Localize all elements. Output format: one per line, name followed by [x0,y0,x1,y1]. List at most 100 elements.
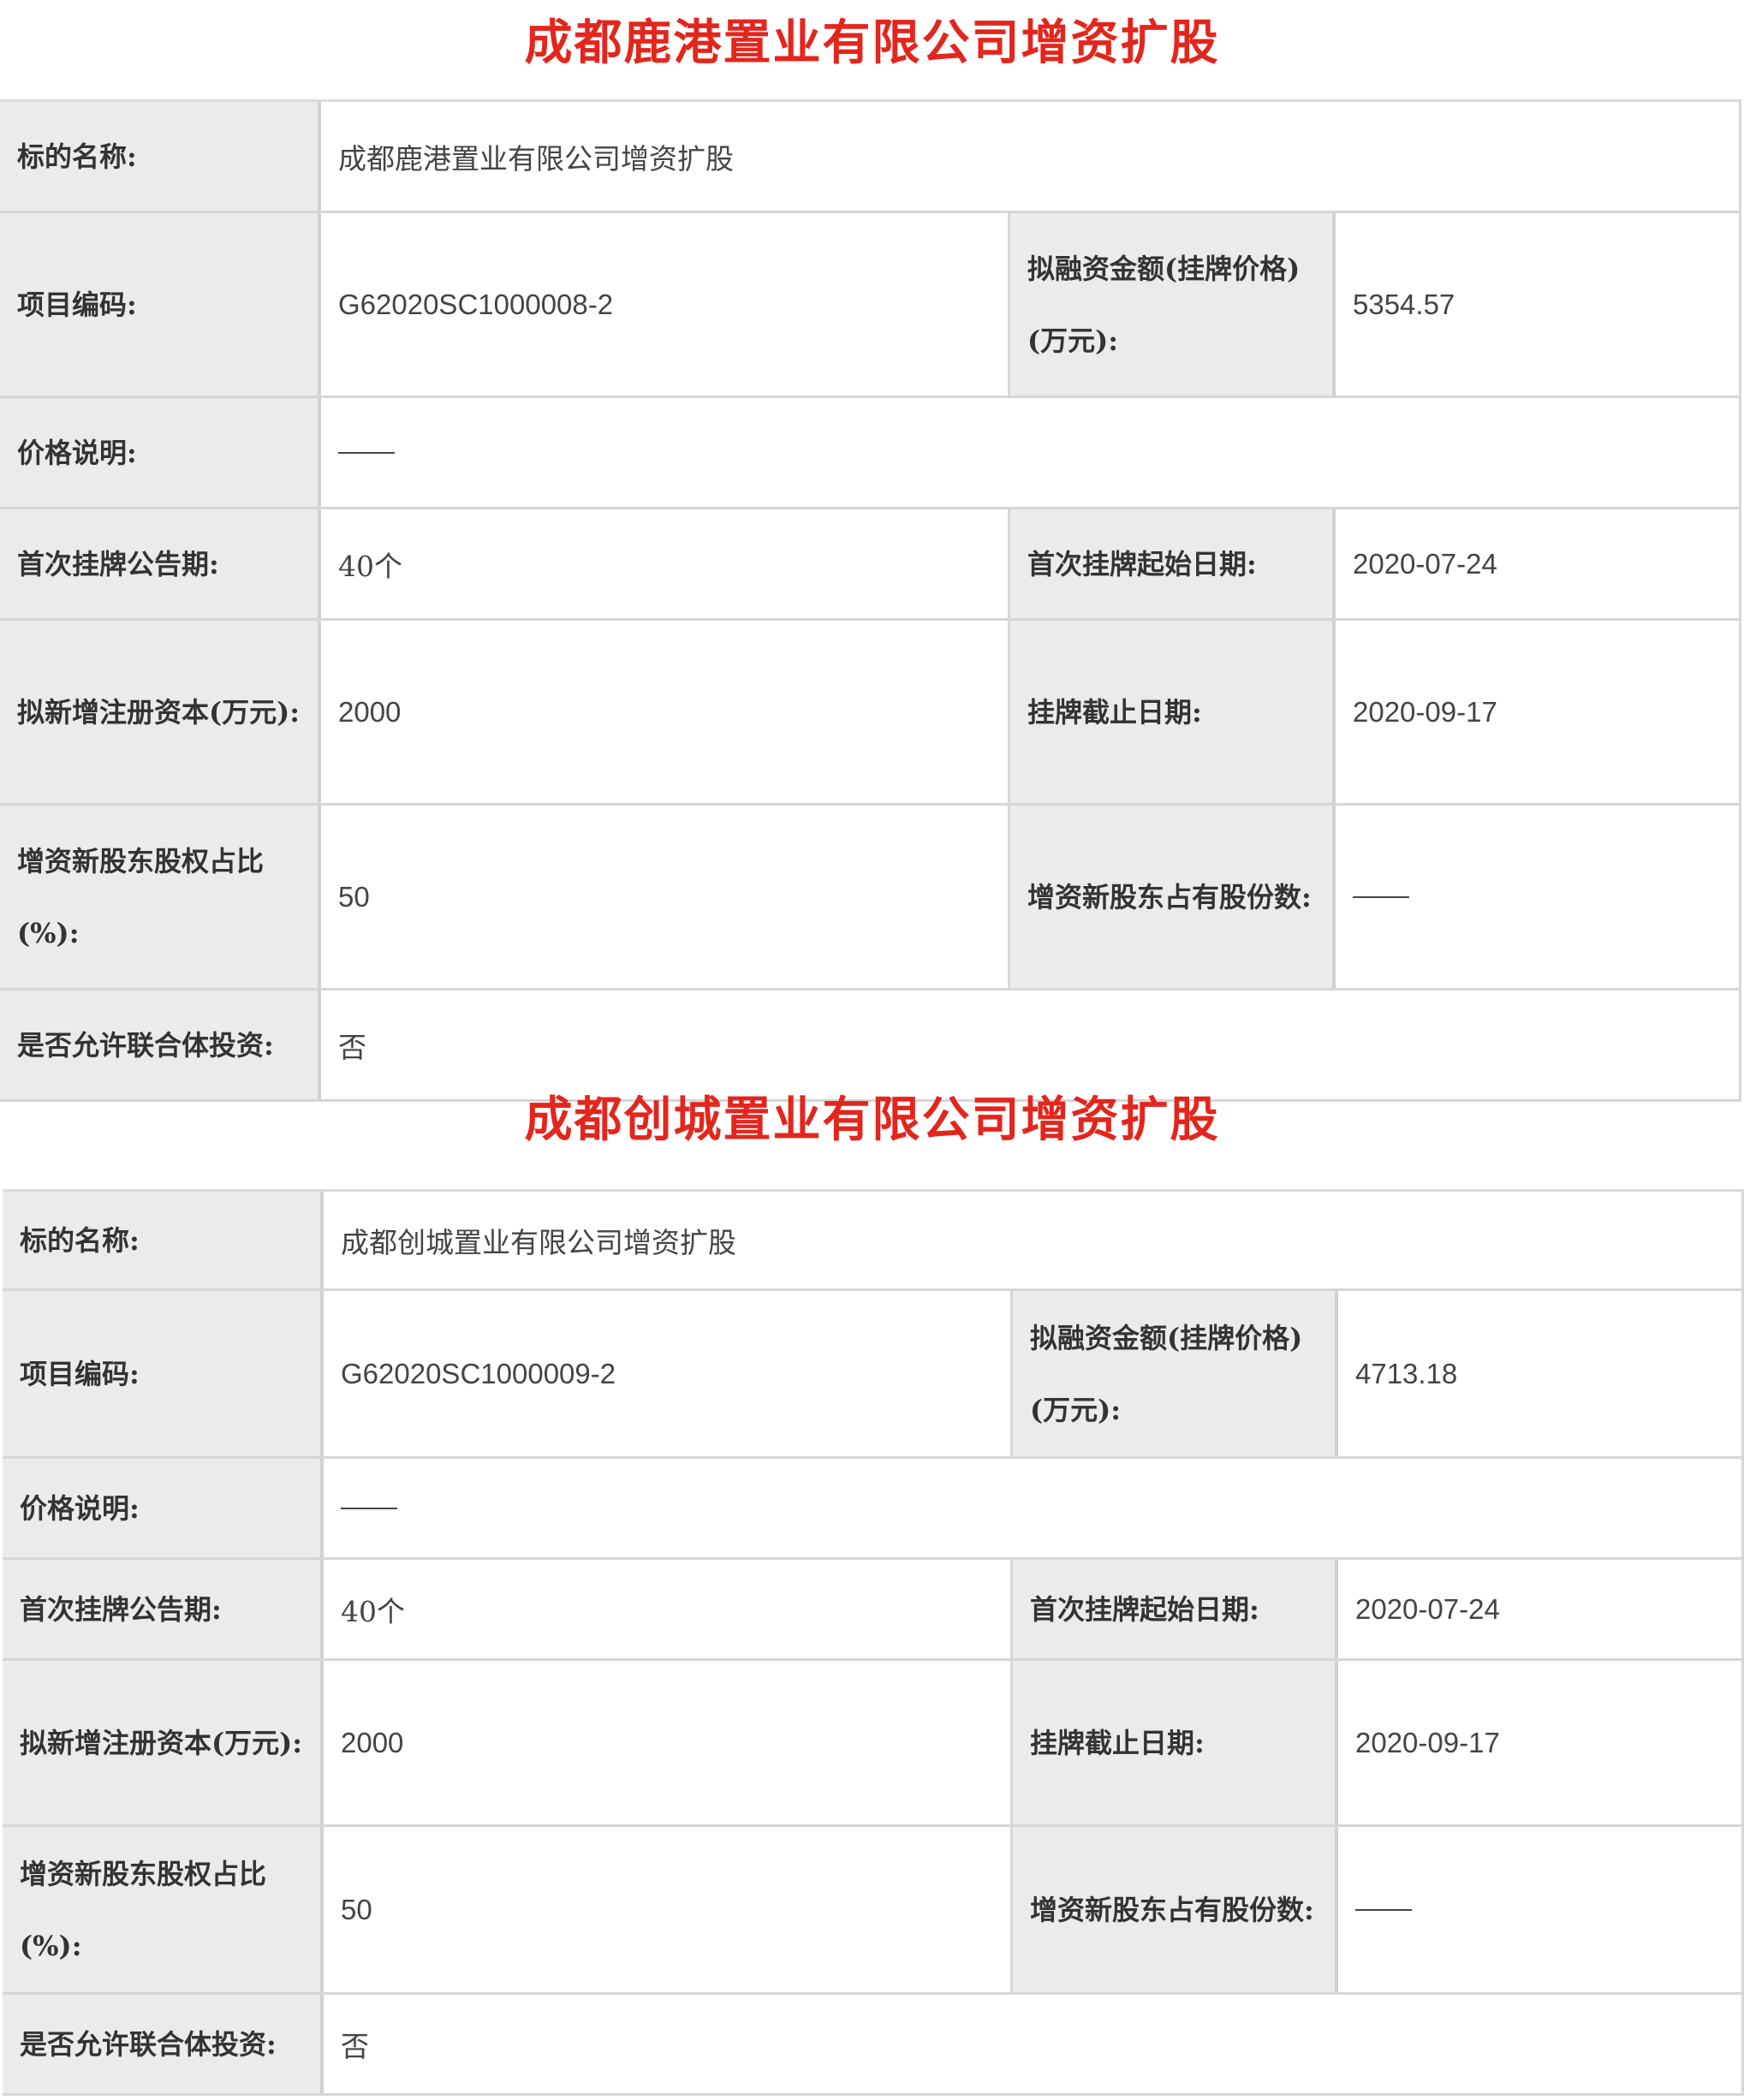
field-value: 2020-09-17 [1355,1726,1500,1758]
field-value: 否 [338,1030,366,1064]
field-value: 成都创城置业有限公司增资扩股 [341,1225,736,1259]
label-deadline: 挂牌截止日期: [1013,1661,1338,1824]
value-new-capital: 2000 [324,1661,1013,1824]
table-row: 标的名称: 成都鹿港置业有限公司增资扩股 [0,102,1741,213]
label-target-name: 标的名称: [0,102,321,211]
field-label: 首次挂牌起始日期: [1027,547,1257,580]
field-value: 否 [341,2029,369,2063]
label-project-code: 项目编码: [3,1291,324,1456]
table-row: 标的名称: 成都创城置业有限公司增资扩股 [3,1192,1744,1291]
details-table: 标的名称: 成都鹿港置业有限公司增资扩股项目编码: G62020SC1000008-… [0,99,1741,1102]
field-value: G62020SC1000009-2 [341,1357,616,1389]
value-price-note: —— [324,1459,1744,1557]
field-value: 40个 [341,1594,405,1628]
details-table: 标的名称: 成都创城置业有限公司增资扩股项目编码: G62020SC1000009-… [3,1189,1744,2096]
field-label: 标的名称: [17,140,137,173]
value-target-name: 成都鹿港置业有限公司增资扩股 [321,102,1741,211]
field-label: 增资新股东占有股份数: [1027,880,1312,913]
value-price-note: —— [321,398,1741,507]
empty-dash: —— [1355,1908,1412,1911]
value-target-name: 成都创城置业有限公司增资扩股 [324,1192,1744,1288]
value-first-period: 40个 [324,1560,1013,1658]
field-value: 2000 [341,1726,404,1758]
field-label: 增资新股东股权占比(%): [20,1857,267,1962]
field-label: 项目编码: [17,288,137,321]
empty-dash: —— [341,1507,397,1509]
field-label: 挂牌截止日期: [1027,695,1202,729]
value-equity-ratio: 50 [321,806,1010,988]
value-consortium: 否 [324,1995,1744,2093]
label-deadline: 挂牌截止日期: [1010,621,1336,803]
table-row: 拟新增注册资本(万元): 2000 挂牌截止日期: 2020-09-17 [0,621,1741,806]
field-value: G62020SC1000008-2 [338,288,614,320]
field-label: 增资新股东占有股份数: [1030,1893,1314,1926]
table-row: 是否允许联合体投资: 否 [0,991,1741,1102]
label-project-code: 项目编码: [0,213,321,396]
label-first-period: 首次挂牌公告期: [3,1560,324,1658]
value-financing-amount: 4713.18 [1338,1291,1744,1456]
section-title: 成都创城置业有限公司增资扩股 [524,1092,1220,1148]
label-first-start: 首次挂牌起始日期: [1010,509,1336,618]
value-shares: —— [1336,806,1741,988]
field-label: 是否允许联合体投资: [20,2027,277,2061]
label-price-note: 价格说明: [3,1459,324,1557]
field-value: 2000 [338,695,402,728]
table-row: 价格说明: —— [3,1459,1744,1560]
value-deadline: 2020-09-17 [1338,1661,1744,1824]
label-equity-ratio: 增资新股东股权占比(%): [3,1827,324,1992]
value-first-start: 2020-07-24 [1338,1560,1744,1658]
field-value: 成都鹿港置业有限公司增资扩股 [338,141,734,175]
table-row: 是否允许联合体投资: 否 [3,1995,1744,2096]
label-target-name: 标的名称: [3,1192,324,1288]
value-first-start: 2020-07-24 [1336,509,1741,618]
label-financing-amount: 拟融资金额(挂牌价格)(万元): [1010,213,1336,396]
table-row: 价格说明: —— [0,398,1741,509]
label-first-start: 首次挂牌起始日期: [1013,1560,1338,1658]
field-label: 首次挂牌公告期: [20,1592,222,1626]
value-consortium: 否 [321,991,1741,1099]
table-row: 首次挂牌公告期: 40个 首次挂牌起始日期: 2020-07-24 [3,1560,1744,1661]
value-project-code: G62020SC1000008-2 [321,213,1010,396]
field-label: 项目编码: [20,1357,140,1390]
field-value: 4713.18 [1355,1357,1458,1389]
field-label: 价格说明: [17,436,137,469]
field-value: 40个 [338,549,402,583]
label-first-period: 首次挂牌公告期: [0,509,321,618]
field-label: 首次挂牌公告期: [17,547,219,580]
empty-dash: —— [1353,895,1409,898]
label-shares: 增资新股东占有股份数: [1010,806,1336,988]
label-financing-amount: 拟融资金额(挂牌价格)(万元): [1013,1291,1338,1456]
field-label: 首次挂牌起始日期: [1030,1592,1259,1626]
label-price-note: 价格说明: [0,398,321,507]
value-project-code: G62020SC1000009-2 [324,1291,1013,1456]
field-label: 增资新股东股权占比(%): [17,844,265,949]
table-row: 项目编码: G62020SC1000008-2 拟融资金额(挂牌价格)(万元): 53… [0,213,1741,398]
field-value: 2020-09-17 [1353,695,1497,728]
label-equity-ratio: 增资新股东股权占比(%): [0,806,321,988]
field-label: 拟新增注册资本(万元): [20,1726,303,1759]
empty-dash: —— [338,451,395,454]
label-consortium: 是否允许联合体投资: [3,1995,324,2093]
table-row: 拟新增注册资本(万元): 2000 挂牌截止日期: 2020-09-17 [3,1661,1744,1827]
field-label: 拟融资金额(挂牌价格)(万元): [1027,252,1301,357]
field-label: 挂牌截止日期: [1030,1726,1205,1759]
label-new-capital: 拟新增注册资本(万元): [0,621,321,803]
value-first-period: 40个 [321,509,1010,618]
field-label: 价格说明: [20,1491,140,1525]
field-value: 2020-07-24 [1353,547,1497,580]
field-value: 2020-07-24 [1355,1592,1500,1625]
field-label: 拟融资金额(挂牌价格)(万元): [1030,1321,1303,1426]
field-value: 50 [338,880,370,913]
section-title: 成都鹿港置业有限公司增资扩股 [524,15,1220,71]
table-row: 首次挂牌公告期: 40个 首次挂牌起始日期: 2020-07-24 [0,509,1741,621]
field-value: 5354.57 [1353,288,1455,320]
value-equity-ratio: 50 [324,1827,1013,1992]
value-shares: —— [1338,1827,1744,1992]
value-deadline: 2020-09-17 [1336,621,1741,803]
label-new-capital: 拟新增注册资本(万元): [3,1661,324,1824]
value-financing-amount: 5354.57 [1336,213,1741,396]
label-shares: 增资新股东占有股份数: [1013,1827,1338,1992]
table-row: 增资新股东股权占比(%): 50 增资新股东占有股份数: —— [0,806,1741,991]
field-value: 50 [341,1893,372,1925]
table-row: 项目编码: G62020SC1000009-2 拟融资金额(挂牌价格)(万元): 47… [3,1291,1744,1459]
